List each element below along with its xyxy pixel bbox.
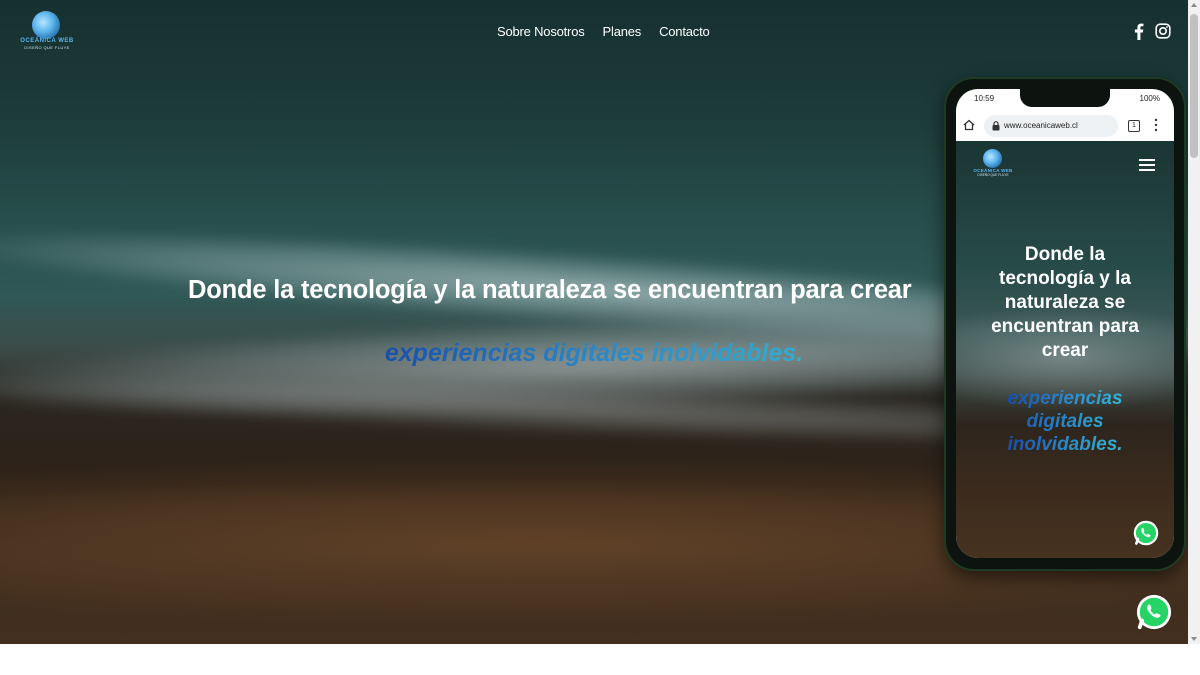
whatsapp-icon[interactable] [1135,593,1173,631]
facebook-icon[interactable] [1130,22,1148,40]
home-icon[interactable] [963,119,975,131]
lock-icon [992,121,1000,131]
whatsapp-icon[interactable] [1132,519,1160,547]
phone-hero-title: Donde la tecnología y la naturaleza se e… [991,244,1139,361]
status-time: 10:59 [974,94,995,103]
url-text: www.oceanicaweb.cl [1004,121,1078,130]
brand-logo[interactable]: OCEÁNICA WEB DISEÑO QUE FLUYE [18,11,76,51]
battery-status: 100% [1139,94,1160,103]
phone-hero-subtitle: experiencias digitales inolvidables. [976,387,1154,456]
page-scrollbar[interactable] [1188,0,1200,644]
instagram-icon[interactable] [1154,22,1172,40]
nav-item-planes[interactable]: Planes [603,24,642,39]
phone-mockup: 10:59 100% www.oceanicaweb.cl 1 OCEÁNICA… [944,77,1186,571]
nav-item-contacto[interactable]: Contacto [659,24,710,39]
scroll-down-arrow[interactable] [1191,637,1197,641]
phone-notch [1020,89,1110,107]
tab-count-button[interactable]: 1 [1128,120,1140,132]
wave-globe-icon [32,11,60,39]
phone-brand-tagline: DISEÑO QUE FLUYE [977,173,1009,177]
nav-item-sobre-nosotros[interactable]: Sobre Nosotros [497,24,585,39]
mobile-browser-bar: www.oceanicaweb.cl 1 [956,111,1174,141]
main-nav: Sobre Nosotros Planes Contacto [497,24,710,39]
phone-screen: 10:59 100% www.oceanicaweb.cl 1 OCEÁNICA… [956,89,1174,558]
scroll-up-arrow[interactable] [1191,3,1197,7]
wave-globe-icon [983,149,1002,168]
hamburger-menu-icon[interactable] [1139,159,1155,171]
brand-name: OCEÁNICA WEB [20,38,74,44]
scroll-thumb[interactable] [1190,14,1198,158]
address-bar[interactable]: www.oceanicaweb.cl [984,115,1118,137]
kebab-menu-icon[interactable] [1154,118,1158,132]
phone-brand-logo[interactable]: OCEÁNICA WEB DISEÑO QUE FLUYE [972,149,1014,179]
brand-tagline: DISEÑO QUE FLUYE [24,45,70,50]
hero-title: Donde la tecnología y la naturaleza se e… [188,276,912,304]
phone-hero: OCEÁNICA WEB DISEÑO QUE FLUYE Donde la t… [956,141,1174,558]
